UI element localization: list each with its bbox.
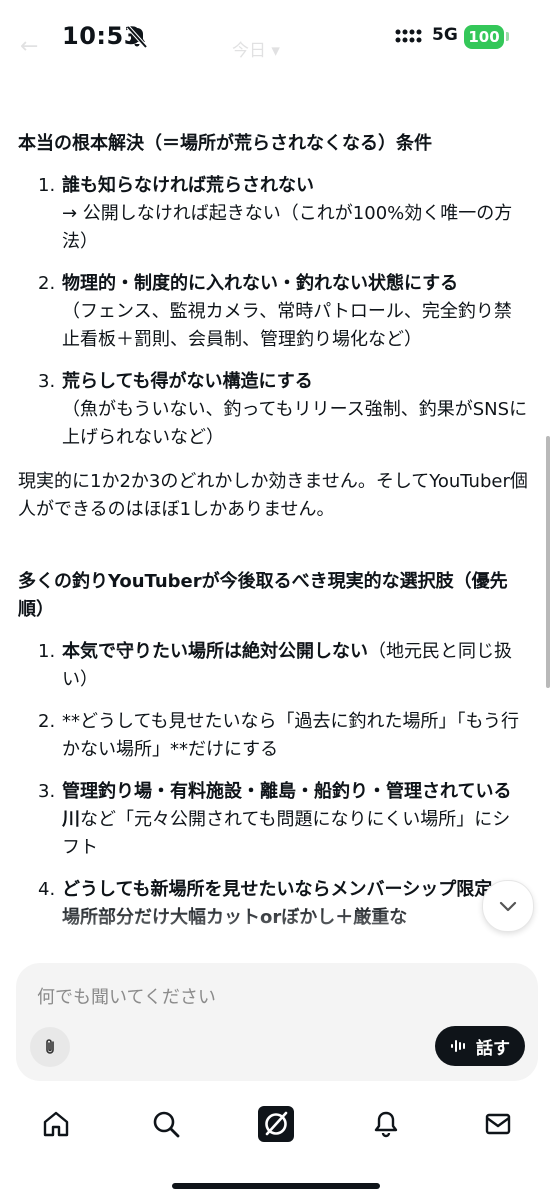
section2-heading: 多くの釣りYouTuberが今後取るべき現実的な選択肢（優先順） [18, 571, 508, 620]
talk-label: 話す [476, 1038, 510, 1059]
list-item-text: → 公開しなければ起きない（これが100%効く唯一の方法） [62, 203, 513, 252]
list-item-bold: 本気で守りたい場所は絶対公開しない [62, 641, 368, 662]
list-item-text: （フェンス、監視カメラ、常時パトロール、完全釣り禁止看板＋罰則、会員制、管理釣り… [62, 301, 512, 350]
summary-text: 現実的に1か2か3のどれかしか効きません。そしてYouTuber個人ができるのは… [18, 471, 528, 520]
back-arrow-icon: ← [20, 34, 39, 59]
list-number: 2. [38, 711, 56, 732]
list-item: 3. 荒らしても得がない構造にする （魚がもういない、釣ってもリリース強制、釣果が… [18, 368, 528, 452]
list-number: 4. [38, 879, 56, 900]
section1-list: 1. 誰も知らなければ荒らされない → 公開しなければ起きない（これが100%効く… [18, 172, 528, 452]
nav-messages[interactable] [478, 1104, 518, 1144]
list-item: 3. 管理釣り場・有料施設・離島・船釣り・管理されている川など「元々公開されても… [18, 778, 528, 862]
scroll-down-button[interactable] [482, 880, 534, 932]
list-item-text: （魚がもういない、釣ってもリリース強制、釣果がSNSに上げられないなど） [62, 399, 528, 448]
list-item: 1. 本気で守りたい場所は絶対公開しない（地元民と同じ扱い） [18, 638, 528, 694]
list-item-text: **どうしても見せたいなら「過去に釣れた場所」「もう行かない場所」**だけにする [62, 711, 520, 760]
list-item: 2. **どうしても見せたいなら「過去に釣れた場所」「もう行かない場所」**だけ… [18, 708, 528, 764]
voice-wave-icon [451, 1040, 465, 1052]
talk-button[interactable]: 話す [435, 1026, 525, 1066]
list-number: 3. [38, 781, 56, 802]
bell-icon [374, 1111, 398, 1138]
nav-home[interactable] [36, 1104, 76, 1144]
scrollbar[interactable] [546, 436, 550, 688]
list-item-bold: どうしても新場所を見せたいならメンバーシップ限定＋場所部分だけ大幅カットorぼか… [62, 879, 511, 928]
home-indicator [172, 1183, 380, 1189]
grok-icon [258, 1106, 294, 1142]
attach-button[interactable] [30, 1027, 70, 1067]
list-number: 3. [38, 371, 56, 392]
list-item: 1. 誰も知らなければ荒らされない → 公開しなければ起きない（これが100%効く… [18, 172, 528, 256]
home-icon [43, 1111, 69, 1137]
nav-notifications[interactable] [366, 1104, 406, 1144]
search-icon [153, 1111, 180, 1138]
paperclip-icon [46, 1039, 54, 1054]
nav-grok[interactable] [256, 1104, 296, 1144]
list-item-text: など「元々公開されても問題になりにくい場所」にシフト [62, 809, 511, 858]
chevron-down-icon [499, 901, 517, 912]
list-item-bold: 誰も知らなければ荒らされない [62, 175, 314, 196]
bottom-nav [0, 1096, 554, 1156]
nav-search[interactable] [146, 1104, 186, 1144]
list-item: 2. 物理的・制度的に入れない・釣れない状態にする （フェンス、監視カメラ、常時パ… [18, 270, 528, 354]
section1-heading: 本当の根本解決（＝場所が荒らされなくなる）条件 [18, 133, 432, 154]
list-number: 1. [38, 641, 56, 662]
list-item: 4. どうしても新場所を見せたいならメンバーシップ限定＋場所部分だけ大幅カットo… [18, 876, 528, 932]
composer-placeholder[interactable]: 何でも聞いてください [37, 983, 216, 1009]
faded-header: ← 今日 ▾ [0, 34, 554, 64]
list-item-bold: 物理的・制度的に入れない・釣れない状態にする [62, 273, 459, 294]
list-number: 1. [38, 175, 56, 196]
message-composer[interactable]: 何でも聞いてください 話す [16, 963, 538, 1081]
chat-response: 本当の根本解決（＝場所が荒らされなくなる）条件 1. 誰も知らなければ荒らされな… [18, 130, 528, 932]
list-item-bold: 荒らしても得がない構造にする [62, 371, 313, 392]
mail-icon [485, 1113, 511, 1135]
list-number: 2. [38, 273, 56, 294]
section2-list: 1. 本気で守りたい場所は絶対公開しない（地元民と同じ扱い） 2. **どうして… [18, 638, 528, 932]
faded-header-title: 今日 ▾ [232, 41, 280, 61]
